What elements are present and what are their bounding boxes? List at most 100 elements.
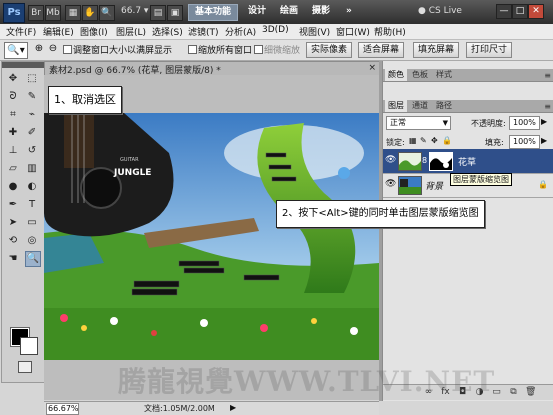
shape-tool-icon[interactable]: ▭ bbox=[24, 215, 40, 231]
blend-mode-select[interactable]: 正常 ▼ bbox=[386, 116, 451, 130]
layer-name-background[interactable]: 背景 bbox=[425, 179, 443, 192]
new-layer-icon[interactable]: ⧉ bbox=[508, 387, 519, 398]
menu-file[interactable]: 文件(F) bbox=[6, 25, 36, 38]
document-tab[interactable]: 素材2.psd @ 66.7% (花草, 图层蒙版/8) * × bbox=[44, 61, 381, 76]
lock-pixels-icon[interactable]: ✎ bbox=[420, 136, 427, 145]
tab-paths[interactable]: 路径 bbox=[433, 100, 455, 112]
pen-tool-icon[interactable]: ✒ bbox=[5, 197, 21, 213]
tab-color[interactable]: 颜色 bbox=[385, 69, 407, 81]
move-tool-icon[interactable]: ✥ bbox=[5, 71, 21, 87]
zoom-icon[interactable]: 🔍 bbox=[99, 5, 115, 21]
print-size-button[interactable]: 打印尺寸 bbox=[466, 42, 513, 58]
hand-icon[interactable]: ✋ bbox=[82, 5, 98, 21]
menu-view[interactable]: 视图(V) bbox=[299, 25, 330, 38]
hand-tool-icon[interactable]: ☚ bbox=[5, 251, 21, 267]
layer-link-icon[interactable]: 8 bbox=[422, 156, 427, 165]
eyedropper-tool-icon[interactable]: ⌁ bbox=[24, 107, 40, 123]
menu-window[interactable]: 窗口(W) bbox=[336, 25, 370, 38]
cs-live-button[interactable]: ● CS Live bbox=[418, 4, 462, 19]
zoom-in-icon[interactable]: ⊕ bbox=[33, 43, 45, 55]
screen-mode-icon[interactable]: ▣ bbox=[167, 5, 183, 21]
mini-bridge-icon[interactable]: Mb bbox=[45, 5, 61, 21]
actual-pixels-button[interactable]: 实际像素 bbox=[306, 42, 353, 58]
marquee-tool-icon[interactable]: ⬚ bbox=[24, 71, 40, 87]
gradient-tool-icon[interactable]: ▥ bbox=[24, 161, 40, 177]
3d-rotate-tool-icon[interactable]: ⟲ bbox=[5, 233, 21, 249]
tab-layers[interactable]: 图层 bbox=[385, 100, 407, 112]
type-tool-icon[interactable]: T bbox=[24, 197, 40, 213]
quick-mask-icon[interactable] bbox=[18, 361, 32, 373]
resize-windows-checkbox[interactable] bbox=[63, 45, 72, 54]
tab-swatches[interactable]: 色板 bbox=[409, 69, 431, 81]
background-thumbnail[interactable] bbox=[398, 176, 422, 195]
visibility-eye-icon[interactable]: 👁 bbox=[385, 155, 396, 165]
lasso-tool-icon[interactable]: ᘐ bbox=[5, 89, 21, 105]
tool-preset-picker[interactable]: 🔍▾ bbox=[4, 42, 28, 59]
bridge-icon[interactable]: Br bbox=[28, 5, 44, 21]
clone-stamp-tool-icon[interactable]: ⊥ bbox=[5, 143, 21, 159]
healing-brush-tool-icon[interactable]: ✚ bbox=[5, 125, 21, 141]
menu-edit[interactable]: 编辑(E) bbox=[43, 25, 74, 38]
application-bar: Ps Br Mb ▦ ✋ 🔍 66.7 ▾ ▤ ▣ 基本功能 设计 绘画 摄影 … bbox=[0, 0, 553, 24]
workspace-painting[interactable]: 绘画 bbox=[274, 4, 304, 19]
fill-screen-button[interactable]: 填充屏幕 bbox=[413, 42, 460, 58]
zoom-tool-icon[interactable]: 🔍 bbox=[25, 251, 41, 267]
layer-row-flowers[interactable]: 👁 8 花草 bbox=[383, 149, 553, 174]
menu-analysis[interactable]: 分析(A) bbox=[225, 25, 256, 38]
quick-select-tool-icon[interactable]: ✎ bbox=[24, 89, 40, 105]
tab-channels[interactable]: 通道 bbox=[409, 100, 431, 112]
scrubby-zoom-checkbox[interactable] bbox=[254, 45, 263, 54]
layer-mask-thumbnail[interactable] bbox=[429, 152, 453, 171]
history-brush-tool-icon[interactable]: ↺ bbox=[24, 143, 40, 159]
fill-dropdown-icon[interactable]: ▶ bbox=[541, 136, 547, 145]
zoom-all-label: 缩放所有窗口 bbox=[198, 46, 253, 56]
guides-icon[interactable]: ▦ bbox=[65, 5, 81, 21]
lock-position-icon[interactable]: ✥ bbox=[431, 136, 438, 145]
layer-thumbnail[interactable] bbox=[398, 152, 422, 171]
menu-layer[interactable]: 图层(L) bbox=[116, 25, 146, 38]
menu-filter[interactable]: 滤镜(T) bbox=[188, 25, 219, 38]
status-zoom-field[interactable]: 66.67% bbox=[46, 403, 79, 415]
minimize-button[interactable]: — bbox=[496, 4, 512, 19]
maximize-button[interactable]: □ bbox=[512, 4, 528, 19]
dodge-tool-icon[interactable]: ◐ bbox=[24, 179, 40, 195]
background-color-swatch[interactable] bbox=[20, 337, 38, 355]
status-menu-arrow-icon[interactable]: ▶ bbox=[230, 403, 236, 412]
workspace-design[interactable]: 设计 bbox=[242, 4, 272, 19]
eraser-tool-icon[interactable]: ▱ bbox=[5, 161, 21, 177]
delete-layer-icon[interactable]: 🗑 bbox=[525, 387, 536, 398]
menu-image[interactable]: 图像(I) bbox=[80, 25, 108, 38]
artwork-image[interactable]: JUNGLE GUITAR bbox=[44, 113, 379, 360]
lock-all-icon[interactable]: 🔒 bbox=[442, 136, 452, 145]
close-button[interactable]: ✕ bbox=[528, 4, 544, 19]
crop-tool-icon[interactable]: ⌗ bbox=[5, 107, 21, 123]
panel-menu-icon[interactable]: ≡ bbox=[544, 71, 551, 80]
arrange-documents-icon[interactable]: ▤ bbox=[150, 5, 166, 21]
tab-styles[interactable]: 样式 bbox=[433, 69, 455, 81]
visibility-eye-icon[interactable]: 👁 bbox=[385, 179, 396, 189]
opacity-field[interactable]: 100% bbox=[509, 116, 540, 130]
layers-panel-menu-icon[interactable]: ≡ bbox=[544, 102, 551, 111]
layer-name-flowers[interactable]: 花草 bbox=[458, 155, 476, 168]
more-workspaces-button[interactable]: » bbox=[340, 4, 358, 19]
path-selection-tool-icon[interactable]: ➤ bbox=[5, 215, 21, 231]
menu-help[interactable]: 帮助(H) bbox=[374, 25, 406, 38]
zoom-level[interactable]: 66.7 ▾ bbox=[121, 6, 148, 16]
workspace-photography[interactable]: 摄影 bbox=[306, 4, 336, 19]
close-document-icon[interactable]: × bbox=[368, 63, 376, 73]
opacity-dropdown-icon[interactable]: ▶ bbox=[541, 117, 547, 126]
zoom-out-icon[interactable]: ⊖ bbox=[47, 43, 59, 55]
zoom-all-checkbox[interactable] bbox=[188, 45, 197, 54]
blur-tool-icon[interactable]: ● bbox=[5, 179, 21, 195]
fill-field[interactable]: 100% bbox=[509, 135, 540, 149]
workspace-essentials[interactable]: 基本功能 bbox=[188, 4, 239, 21]
fit-screen-button[interactable]: 适合屏幕 bbox=[358, 42, 405, 58]
lock-transparency-icon[interactable]: ▦ bbox=[409, 136, 417, 145]
lock-label: 锁定: bbox=[386, 138, 405, 147]
brush-tool-icon[interactable]: ✐ bbox=[24, 125, 40, 141]
menu-select[interactable]: 选择(S) bbox=[152, 25, 183, 38]
menu-3d[interactable]: 3D(D) bbox=[262, 25, 289, 35]
3d-orbit-tool-icon[interactable]: ◎ bbox=[24, 233, 40, 249]
toolbox-header[interactable] bbox=[2, 62, 44, 68]
artwork-logo-text: JUNGLE bbox=[113, 168, 151, 178]
